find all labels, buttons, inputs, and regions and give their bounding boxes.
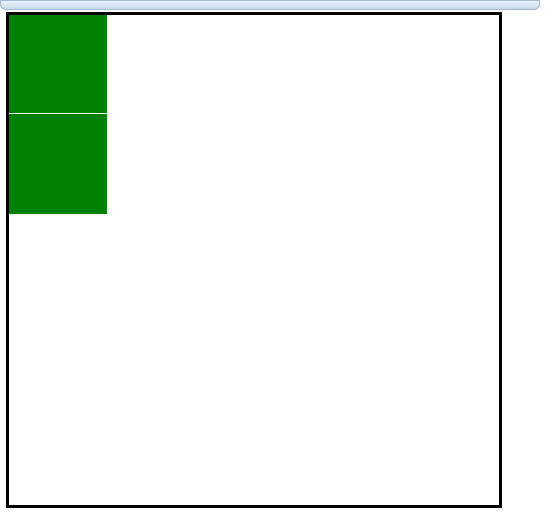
window-tab-bar (0, 0, 540, 10)
game-board[interactable] (6, 12, 502, 508)
game-block[interactable] (9, 114, 107, 214)
game-block[interactable] (9, 15, 107, 113)
